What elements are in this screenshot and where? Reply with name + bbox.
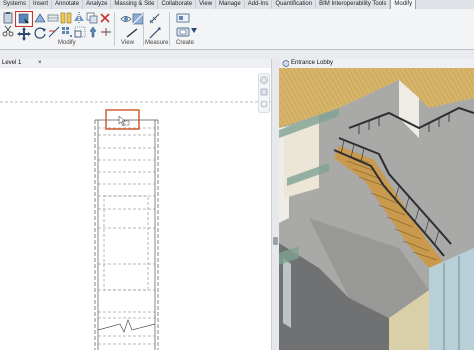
array-icon[interactable]: [61, 26, 73, 38]
tab-manage[interactable]: Manage: [216, 0, 245, 9]
tab-quantification[interactable]: Quantification: [272, 0, 317, 9]
lower-glazing: [283, 258, 291, 328]
split-icon[interactable]: [100, 26, 112, 38]
tab-add-ins[interactable]: Add-Ins: [245, 0, 273, 9]
tab-annotate[interactable]: Annotate: [52, 0, 84, 9]
ribbon-separator: [143, 12, 144, 46]
create-similar-icon[interactable]: [190, 27, 198, 35]
measure-group-label: Measure: [145, 40, 169, 46]
copy-icon[interactable]: [86, 12, 98, 24]
tab-view[interactable]: View: [196, 0, 217, 9]
tab-analyze[interactable]: Analyze: [83, 0, 112, 9]
cursor-move-badge: [123, 120, 130, 126]
tab-systems[interactable]: Systems: [0, 0, 31, 9]
delete-icon[interactable]: [99, 12, 111, 24]
navigation-wheel-icon: [260, 76, 268, 84]
modify-group-label: Modify: [58, 40, 76, 46]
plan-view-canvas[interactable]: [0, 68, 271, 350]
linework-icon[interactable]: [126, 27, 138, 39]
paste-icon[interactable]: [2, 12, 14, 24]
join-icon[interactable]: [34, 12, 46, 24]
measure-icon[interactable]: [149, 13, 161, 25]
tab-bim-interoperability[interactable]: BIM Interoperability Tools: [316, 0, 391, 9]
3d-view-icon: [282, 60, 289, 67]
scale-icon[interactable]: [74, 26, 86, 38]
tab-modify[interactable]: Modify: [390, 0, 417, 9]
tab-collaborate[interactable]: Collaborate: [158, 0, 197, 9]
align-icon[interactable]: [60, 12, 72, 24]
scroll-thumb[interactable]: [273, 237, 278, 245]
3d-view-canvas[interactable]: [279, 68, 474, 350]
move-icon[interactable]: [17, 27, 31, 41]
cope-icon[interactable]: [47, 12, 59, 24]
ribbon-separator: [169, 12, 170, 46]
dimension-icon[interactable]: [148, 26, 162, 40]
trim-icon[interactable]: [48, 26, 60, 38]
3d-model-render: [279, 68, 474, 350]
cut-icon[interactable]: [2, 25, 14, 37]
ribbon-panel: Modify View Measure Create: [0, 9, 474, 50]
view-tab-label: Level 1: [2, 60, 22, 66]
stair-treads: [98, 127, 155, 345]
tab-massing-site[interactable]: Massing & Site: [111, 0, 159, 9]
stair-break-line: [97, 318, 156, 333]
view-tab-label: Entrance Lobby: [291, 60, 334, 66]
navigation-bar: [258, 73, 270, 113]
view-group-label: View: [121, 40, 134, 46]
pin-icon[interactable]: [87, 26, 99, 38]
plan-drawing: [0, 101, 271, 350]
create-group-icon[interactable]: [176, 26, 190, 38]
modify-icon[interactable]: [15, 11, 33, 27]
create-group-label: Create: [176, 40, 195, 46]
hide-element-icon[interactable]: [120, 13, 132, 25]
stair-run-outline: [103, 195, 149, 291]
create-assembly-icon[interactable]: [176, 12, 190, 24]
zoom-icon: [260, 88, 268, 96]
close-icon[interactable]: ×: [38, 59, 42, 68]
mirror-icon[interactable]: [73, 12, 85, 24]
rotate-icon[interactable]: [34, 26, 47, 39]
ribbon-separator: [114, 12, 115, 46]
tab-insert[interactable]: Insert: [30, 0, 53, 9]
